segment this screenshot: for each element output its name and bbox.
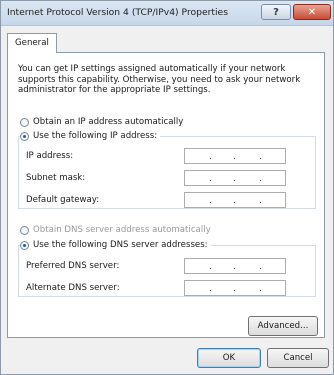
- obtain-ip-auto-label: Obtain an IP address automatically: [33, 117, 184, 127]
- close-icon: ✕: [307, 6, 317, 18]
- alternate-dns-input[interactable]: ...: [184, 280, 286, 296]
- alternate-dns-label: Alternate DNS server:: [26, 283, 120, 293]
- use-following-dns-radio[interactable]: [20, 240, 29, 250]
- ip-address-label: IP address:: [26, 151, 74, 161]
- default-gateway-label: Default gateway:: [26, 195, 100, 205]
- cancel-button-label: Cancel: [283, 353, 313, 363]
- general-panel: You can get IP settings assigned automat…: [7, 52, 325, 338]
- advanced-button[interactable]: Advanced...: [248, 316, 318, 336]
- ip-address-input[interactable]: ...: [184, 148, 286, 164]
- tab-general-label: General: [15, 38, 49, 48]
- title-bar: Internet Protocol Version 4 (TCP/IPv4) P…: [1, 1, 333, 26]
- use-following-ip-radio[interactable]: [20, 131, 29, 141]
- preferred-dns-label: Preferred DNS server:: [26, 261, 120, 271]
- help-icon: ?: [273, 6, 279, 18]
- help-button[interactable]: ?: [261, 4, 291, 20]
- subnet-mask-label: Subnet mask:: [26, 173, 86, 183]
- advanced-button-label: Advanced...: [257, 321, 309, 331]
- use-following-ip-label: Use the following IP address:: [33, 131, 158, 141]
- cancel-button[interactable]: Cancel: [267, 348, 329, 368]
- use-following-dns-option[interactable]: Use the following DNS server addresses:: [20, 240, 211, 250]
- use-following-ip-option[interactable]: Use the following IP address:: [20, 131, 161, 141]
- use-following-dns-label: Use the following DNS server addresses:: [33, 240, 208, 250]
- properties-dialog: Internet Protocol Version 4 (TCP/IPv4) P…: [0, 0, 334, 375]
- obtain-dns-auto-radio[interactable]: [20, 225, 29, 235]
- obtain-dns-auto-label: Obtain DNS server address automatically: [33, 225, 211, 235]
- subnet-mask-input[interactable]: ...: [184, 170, 286, 186]
- window-title: Internet Protocol Version 4 (TCP/IPv4) P…: [7, 7, 228, 18]
- obtain-ip-auto-option[interactable]: Obtain an IP address automatically: [20, 117, 183, 127]
- ok-button-label: OK: [222, 353, 236, 363]
- ok-button[interactable]: OK: [197, 348, 261, 368]
- preferred-dns-input[interactable]: ...: [184, 258, 286, 274]
- description-text: You can get IP settings assigned automat…: [18, 64, 301, 95]
- close-button[interactable]: ✕: [293, 4, 331, 20]
- tab-general[interactable]: General: [7, 33, 57, 53]
- obtain-dns-auto-option[interactable]: Obtain DNS server address automatically: [20, 225, 211, 235]
- obtain-ip-auto-radio[interactable]: [20, 117, 29, 127]
- default-gateway-input[interactable]: ...: [184, 192, 286, 208]
